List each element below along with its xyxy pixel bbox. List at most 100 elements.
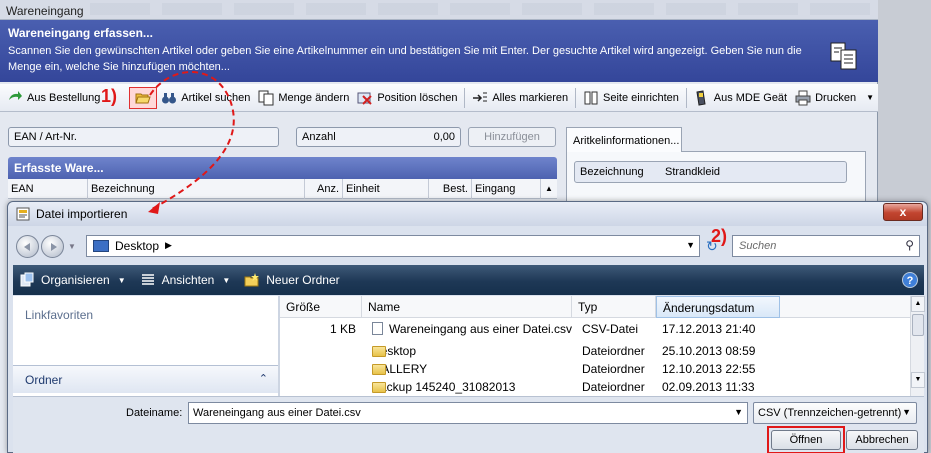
delete-row-icon — [357, 92, 373, 105]
filetype-select[interactable]: CSV (Trennzeichen-getrennt) ▼ — [753, 402, 917, 424]
annotation-step-2: 2) — [711, 226, 728, 246]
tab-artikelinformationen[interactable]: Aritkelinformationen... — [566, 127, 682, 152]
search-input[interactable]: Suchen ⚲ — [732, 235, 920, 257]
col-name[interactable]: Name — [362, 296, 572, 318]
chevron-down-icon: ▼ — [117, 275, 126, 285]
organisieren-label: Organisieren — [41, 273, 110, 287]
ansichten-label: Ansichten — [161, 273, 215, 287]
address-box[interactable]: Desktop ▶ ▼ — [86, 235, 700, 257]
breadcrumb-arrow-icon[interactable]: ▶ — [165, 240, 172, 251]
help-icon[interactable]: ? — [902, 272, 918, 288]
file-row[interactable]: Desktop Dateiordner 25.10.2013 08:59 — [280, 342, 910, 360]
alles-markieren-label: Alles markieren — [492, 91, 569, 104]
anzahl-value: 0,00 — [433, 131, 455, 143]
position-loeschen-button[interactable]: Position löschen — [353, 87, 461, 109]
page-setup-icon — [584, 91, 598, 104]
banner-title: Wareneingang erfassen... — [8, 26, 153, 40]
grid-col-eingang[interactable]: Eingang — [472, 179, 541, 199]
file-name-cell: GALLERY — [372, 362, 427, 376]
position-loeschen-label: Position löschen — [377, 91, 458, 104]
open-button[interactable]: Öffnen — [771, 430, 841, 450]
recent-pages-icon[interactable]: ▼ — [68, 242, 76, 251]
binoculars-icon — [162, 92, 177, 103]
organize-icon — [20, 272, 34, 287]
close-button[interactable]: x — [883, 203, 923, 221]
file-type: CSV-Datei — [582, 322, 639, 336]
dialog-app-icon — [16, 207, 30, 221]
artikel-suchen-button[interactable]: Artikel suchen — [157, 87, 254, 109]
cancel-label: Abbrechen — [855, 434, 909, 446]
file-name: Wareneingang aus einer Datei.csv — [389, 322, 572, 336]
file-date: 02.09.2013 11:33 — [662, 380, 755, 394]
anzahl-field[interactable]: Anzahl 0,00 — [296, 127, 461, 147]
scroll-up-icon[interactable]: ▲ — [911, 296, 925, 312]
grid-header: EAN Bezeichnung Anz. Einheit Best. Einga… — [8, 179, 557, 199]
aus-bestellung-label: Aus Bestellung — [27, 91, 101, 104]
seite-einrichten-label: Seite einrichten — [603, 91, 679, 104]
organisieren-button[interactable]: Organisieren ▼ — [19, 272, 126, 288]
address-bar-row: ▼ Desktop ▶ ▼ ↻ Suchen ⚲ — [16, 232, 920, 260]
grid-col-ean[interactable]: EAN — [8, 179, 88, 199]
aus-mde-label: Aus MDE Geät — [713, 91, 788, 104]
erfasste-ware-header: Erfasste Ware... — [8, 157, 557, 179]
copy-pages-icon — [258, 90, 274, 105]
file-type: Dateiordner — [582, 344, 645, 358]
file-row[interactable]: Backup 145240_31082013 Dateiordner 02.09… — [280, 378, 910, 396]
main-toolbar: Aus Bestellung Artikel suchen Menge ände… — [0, 84, 878, 112]
ean-field[interactable]: EAN / Art-Nr. — [8, 127, 279, 147]
file-date: 12.10.2013 22:55 — [662, 362, 756, 376]
alles-markieren-button[interactable]: Alles markieren — [468, 87, 572, 109]
toolbar-separator — [464, 87, 466, 108]
dateiname-value: Wareneingang aus einer Datei.csv — [193, 407, 361, 419]
cancel-button[interactable]: Abbrechen — [846, 430, 918, 450]
grid-col-anz[interactable]: Anz. — [305, 179, 343, 199]
aus-mde-button[interactable]: Aus MDE Geät — [690, 87, 791, 109]
info-banner: Wareneingang erfassen... Scannen Sie den… — [0, 20, 878, 82]
chevron-down-icon[interactable]: ▼ — [734, 407, 743, 417]
hinzufuegen-label: Hinzufügen — [484, 131, 540, 143]
chevron-down-icon[interactable]: ▼ — [686, 240, 695, 250]
filetype-value: CSV (Trennzeichen-getrennt) — [758, 407, 902, 419]
search-placeholder: Suchen — [739, 240, 777, 252]
menge-aendern-button[interactable]: Menge ändern — [254, 87, 353, 109]
file-row[interactable]: 1 KB Wareneingang aus einer Datei.csv CS… — [280, 320, 910, 338]
linkfavoriten-label[interactable]: Linkfavoriten — [25, 308, 93, 322]
file-list-header: Größe Name Typ Änderungsdatum — [280, 296, 910, 318]
window-title-bar: Wareneingang — [0, 0, 878, 20]
search-icon[interactable]: ⚲ — [905, 238, 914, 252]
address-text: Desktop — [115, 239, 160, 253]
scroll-up-icon[interactable]: ▲ — [541, 179, 557, 199]
col-groesse[interactable]: Größe — [280, 296, 362, 318]
forward-button[interactable] — [41, 234, 64, 258]
file-row[interactable]: GALLERY Dateiordner 12.10.2013 22:55 — [280, 360, 910, 378]
neuer-ordner-button[interactable]: Neuer Ordner — [244, 272, 340, 288]
seite-einrichten-button[interactable]: Seite einrichten — [579, 87, 683, 109]
col-typ[interactable]: Typ — [572, 296, 656, 318]
scroll-down-icon[interactable]: ▼ — [911, 372, 925, 388]
drucken-label: Drucken — [815, 91, 857, 104]
import-file-button[interactable] — [129, 86, 158, 109]
aus-bestellung-button[interactable]: Aus Bestellung — [3, 87, 104, 109]
grid-col-best[interactable]: Best. — [429, 179, 472, 199]
file-name-cell: Backup 145240_31082013 — [372, 380, 515, 394]
folder-icon — [372, 382, 386, 393]
back-button[interactable] — [16, 234, 39, 258]
dateiname-input[interactable]: Wareneingang aus einer Datei.csv ▼ — [188, 402, 748, 424]
file-list: Größe Name Typ Änderungsdatum 1 KB Waren… — [280, 296, 925, 396]
file-date: 17.12.2013 21:40 — [662, 322, 756, 336]
dialog-title-bar: Datei importieren x — [8, 202, 927, 226]
grid-col-einheit[interactable]: Einheit — [343, 179, 429, 199]
grid-col-bezeichnung[interactable]: Bezeichnung — [88, 179, 305, 199]
views-icon — [141, 274, 154, 285]
ansichten-button[interactable]: Ansichten ▼ — [140, 272, 231, 288]
ordner-toggle[interactable]: Ordner ⌃ — [13, 365, 278, 393]
file-list-scrollbar[interactable]: ▲ ▼ — [910, 296, 925, 396]
chevron-down-icon: ▼ — [222, 275, 231, 285]
col-aenderungsdatum[interactable]: Änderungsdatum — [656, 296, 780, 318]
hinzufuegen-button[interactable]: Hinzufügen — [468, 127, 556, 147]
info-tab-label: Aritkelinformationen... — [573, 135, 680, 147]
scroll-thumb[interactable] — [912, 314, 924, 336]
drucken-button[interactable]: Drucken ▼ — [791, 87, 878, 109]
import-arrow-icon — [9, 90, 22, 100]
file-name: Backup 145240_31082013 — [372, 380, 516, 394]
